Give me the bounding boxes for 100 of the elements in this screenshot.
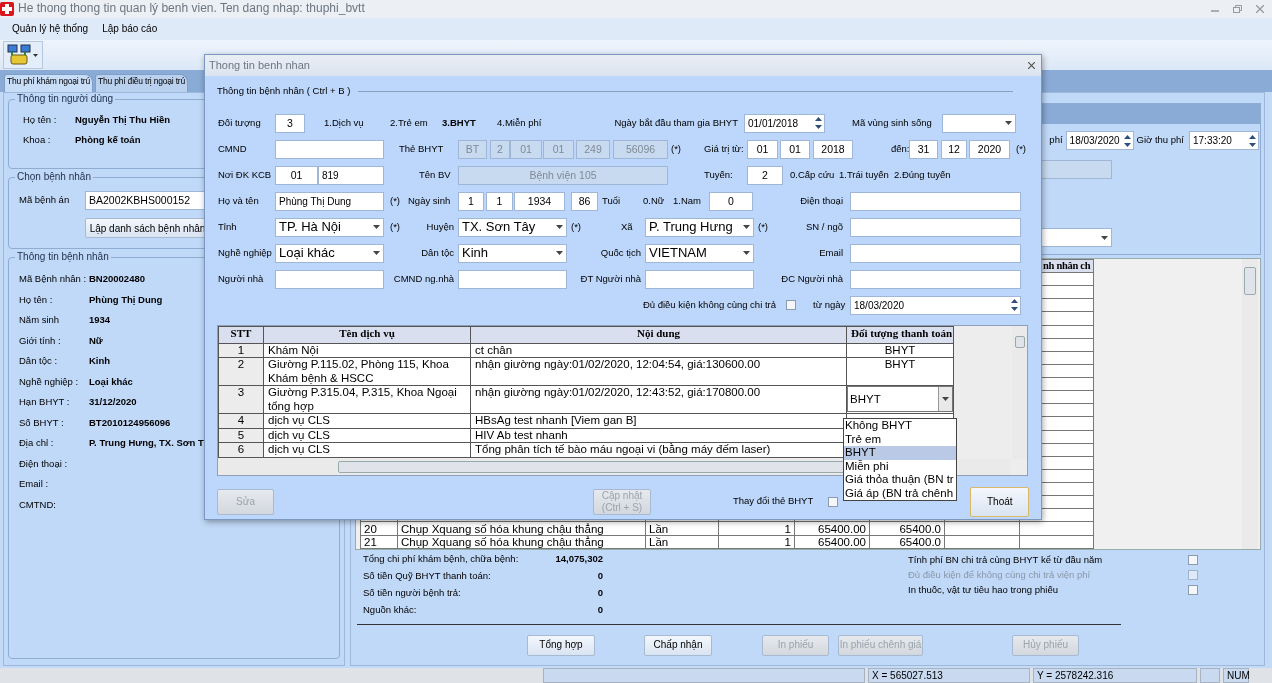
dropdown-value: P. Trung Hưng — [649, 219, 733, 235]
text-field[interactable] — [850, 269, 1021, 289]
dropdown[interactable]: Kinh — [458, 243, 567, 263]
close-icon[interactable] — [1028, 62, 1035, 69]
option-label: Thay đổi thẻ BHYT — [733, 496, 814, 508]
table-cell: 1 — [718, 535, 795, 549]
text-field[interactable]: 3 — [275, 113, 305, 133]
text-field[interactable]: 86 — [571, 191, 598, 211]
text-field[interactable]: 01 — [275, 165, 318, 185]
text-field[interactable]: 2 — [747, 165, 783, 185]
option-note: 1.Dịch vụ — [324, 117, 365, 129]
table-cell: dịch vụ CLS — [263, 413, 471, 429]
date-field[interactable]: 18/03/2020 — [850, 295, 1021, 315]
dropdown-option[interactable]: Giá thỏa thuận (BN tr — [844, 473, 956, 487]
time-field[interactable]: 17:33:20 — [1189, 131, 1259, 150]
text-field[interactable]: 31 — [909, 139, 938, 159]
dropdown-option[interactable]: Trẻ em — [844, 432, 956, 446]
option-note: (*) — [571, 221, 583, 233]
text-field[interactable] — [275, 139, 384, 159]
checkbox[interactable] — [828, 496, 839, 507]
field-label: Người nhà — [218, 273, 265, 285]
text-field[interactable]: 01 — [780, 139, 810, 159]
field-value: BN20002480 — [89, 274, 145, 286]
action-button[interactable]: Tổng hợp — [527, 634, 595, 656]
row-number: 2 — [218, 357, 264, 386]
dropdown-option[interactable]: Giá áp (BN trả chênh — [844, 486, 956, 500]
table-cell: Lần — [645, 535, 719, 549]
column-header[interactable]: STT — [218, 326, 264, 344]
dropdown-option[interactable]: Miễn phi — [844, 459, 956, 473]
table-cell: 1 — [718, 521, 795, 536]
field-label: Thẻ BHYT — [399, 143, 445, 155]
menu-item[interactable]: Lập báo cáo — [102, 23, 158, 35]
tab[interactable]: Thu phí khám ngoại trú — [4, 74, 93, 92]
field-value: Nguyễn Thị Thu Hiền — [75, 114, 170, 126]
field-label: Nghề nghiệp : — [19, 376, 80, 388]
close-icon[interactable] — [1256, 5, 1264, 13]
dropdown-option[interactable]: BHYT — [844, 446, 956, 460]
text-field[interactable]: 819 — [318, 165, 384, 185]
group-title: Thông tin người dùng — [15, 93, 116, 105]
field-label: Dân tộc — [420, 247, 454, 259]
window-title: He thong thong tin quan lý benh vien. Ten dang nhap: thuphi_bvtt — [18, 2, 365, 16]
option-note: 1.Nam — [673, 195, 702, 207]
tab[interactable]: Thu phí điều trị ngoại trú — [95, 74, 188, 92]
dropdown[interactable]: TX. Sơn Tây — [458, 217, 567, 237]
table-cell: Khám Nội — [263, 343, 471, 358]
field-label: Đối tượng — [218, 117, 262, 129]
dropdown[interactable]: TP. Hà Nội — [275, 217, 384, 237]
scrollbar[interactable] — [1242, 258, 1258, 550]
field-label: Mã bệnh án — [19, 194, 71, 206]
text-field[interactable] — [850, 217, 1021, 237]
date-field[interactable]: 18/03/2020 — [1065, 131, 1134, 150]
text-field[interactable] — [275, 269, 384, 289]
caret-icon — [373, 225, 380, 230]
column-header[interactable]: Đối tượng thanh toán — [846, 326, 954, 344]
total-value: 0 — [597, 571, 603, 584]
text-field[interactable]: 12 — [941, 139, 967, 159]
text-field: 56096 — [613, 139, 668, 159]
text-field[interactable]: 2020 — [969, 139, 1010, 159]
text-field[interactable]: 1 — [458, 191, 484, 211]
option-note: (*) — [758, 221, 770, 233]
checkbox[interactable] — [1188, 585, 1198, 596]
close-button[interactable]: Thoát — [970, 486, 1030, 517]
table-cell: nhận giường ngày:01/02/2020, 12:43:52, giá:170800.00 — [470, 385, 847, 414]
text-field[interactable]: 0 — [709, 191, 753, 211]
total-label: Số tiền Quỹ BHYT thanh toán: — [363, 571, 491, 584]
dropdown[interactable]: Loại khác — [275, 243, 384, 263]
text-field[interactable] — [645, 269, 754, 289]
text-field[interactable] — [850, 191, 1021, 211]
field-label: Dân tộc : — [19, 356, 59, 368]
date-field[interactable]: 01/01/2018 — [744, 113, 825, 133]
menu-item[interactable]: Quản lý hệ thống — [12, 23, 89, 35]
option-note: 0.Cấp cứu — [790, 169, 836, 181]
toolbar-button[interactable] — [3, 41, 43, 69]
field-label: Tỉnh — [218, 221, 238, 233]
dropdown[interactable] — [942, 113, 1016, 133]
dropdown-option[interactable]: Không BHYT — [844, 419, 956, 433]
text-field[interactable] — [458, 269, 567, 289]
checkbox[interactable] — [1188, 555, 1198, 566]
text-field[interactable]: 01 — [747, 139, 778, 159]
table-cell: Chụp Xquang số hóa khung chậu thẳng — [397, 535, 646, 549]
restore-icon[interactable] — [1233, 5, 1242, 13]
column-header[interactable]: Nội dung — [470, 326, 847, 344]
field-label: Mã Bệnh nhân : — [19, 274, 88, 286]
table-cell: HBsAg test nhanh [Viem gan B] — [470, 413, 847, 429]
text-field[interactable]: 1 — [486, 191, 513, 211]
checkbox[interactable] — [786, 300, 796, 311]
text-field[interactable]: 2018 — [813, 139, 853, 159]
field-label: ĐT Người nhà — [579, 273, 641, 285]
text-field[interactable]: Phùng Thị Dung — [275, 191, 384, 211]
dropdown[interactable]: VIETNAM — [645, 243, 754, 263]
dropdown-value: Loại khác — [279, 245, 335, 261]
text-field[interactable]: 1934 — [514, 191, 565, 211]
dropdown[interactable]: P. Trung Hưng — [645, 217, 754, 237]
field-label: Mã vùng sinh sống — [852, 117, 933, 129]
action-button[interactable]: Chấp nhận — [644, 634, 712, 656]
dropdown[interactable]: BHYT — [847, 386, 953, 413]
table-cell: 65400.0 — [869, 535, 945, 549]
field-label: Họ tên : — [23, 114, 58, 126]
column-header[interactable]: Tên dịch vụ — [263, 326, 471, 344]
text-field[interactable] — [850, 243, 1021, 263]
